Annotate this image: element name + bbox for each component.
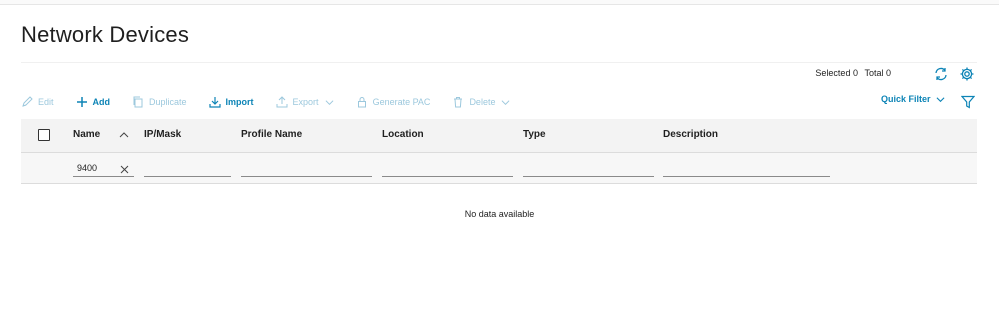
total-count: Total 0	[864, 68, 891, 78]
devices-table: Name IP/Mask Profile Name Location Type …	[21, 119, 977, 184]
duplicate-button[interactable]: Duplicate	[132, 96, 187, 108]
chevron-down-icon	[936, 96, 944, 102]
selected-count: Selected 0	[815, 68, 858, 78]
import-label: Import	[225, 97, 254, 107]
import-icon	[208, 97, 221, 108]
column-header-profile-name[interactable]: Profile Name	[241, 129, 302, 140]
title-divider	[21, 62, 977, 63]
description-filter-input[interactable]	[663, 159, 830, 177]
add-label: Add	[92, 97, 111, 107]
duplicate-label: Duplicate	[149, 97, 187, 107]
column-header-name[interactable]: Name	[73, 129, 100, 140]
selection-counts: Selected 0 Total 0	[811, 68, 891, 78]
duplicate-icon	[133, 96, 143, 108]
trash-icon	[454, 97, 463, 108]
filter-row	[21, 153, 977, 184]
quick-filter-label: Quick Filter	[881, 94, 931, 104]
close-icon[interactable]	[120, 165, 129, 174]
add-button[interactable]: Add	[76, 96, 111, 108]
empty-state-message: No data available	[464, 209, 535, 219]
ip-mask-filter-input[interactable]	[144, 159, 231, 177]
import-button[interactable]: Import	[208, 96, 254, 108]
column-header-type[interactable]: Type	[523, 129, 546, 140]
plus-icon	[76, 97, 87, 107]
funnel-icon[interactable]	[961, 95, 975, 109]
column-header-location[interactable]: Location	[382, 129, 424, 140]
chevron-down-icon	[325, 99, 334, 105]
delete-label: Delete	[469, 97, 496, 107]
export-button[interactable]: Export	[276, 96, 334, 108]
select-all-checkbox[interactable]	[38, 129, 50, 141]
column-header-ip-mask[interactable]: IP/Mask	[144, 129, 181, 140]
type-filter-input[interactable]	[523, 159, 654, 177]
column-header-description[interactable]: Description	[663, 129, 718, 140]
chevron-up-icon[interactable]	[119, 130, 129, 140]
delete-button[interactable]: Delete	[452, 96, 510, 108]
refresh-icon[interactable]	[933, 66, 949, 82]
pencil-icon	[22, 96, 33, 107]
page-title: Network Devices	[21, 22, 190, 47]
export-icon	[276, 96, 288, 108]
chevron-down-icon	[502, 99, 510, 105]
toolbar: Edit Add Duplicate Import Export Generat…	[21, 94, 532, 110]
top-bar	[0, 0, 999, 5]
lock-icon	[357, 97, 366, 108]
edit-label: Edit	[38, 97, 54, 107]
gear-icon[interactable]	[959, 66, 975, 82]
edit-button[interactable]: Edit	[21, 96, 54, 108]
location-filter-input[interactable]	[382, 159, 513, 177]
generate-pac-label: Generate PAC	[372, 97, 431, 107]
generate-pac-button[interactable]: Generate PAC	[356, 96, 431, 108]
table-header: Name IP/Mask Profile Name Location Type …	[21, 119, 977, 153]
profile-name-filter-input[interactable]	[241, 159, 372, 177]
quick-filter-dropdown[interactable]: Quick Filter	[881, 94, 945, 104]
export-label: Export	[292, 97, 319, 107]
